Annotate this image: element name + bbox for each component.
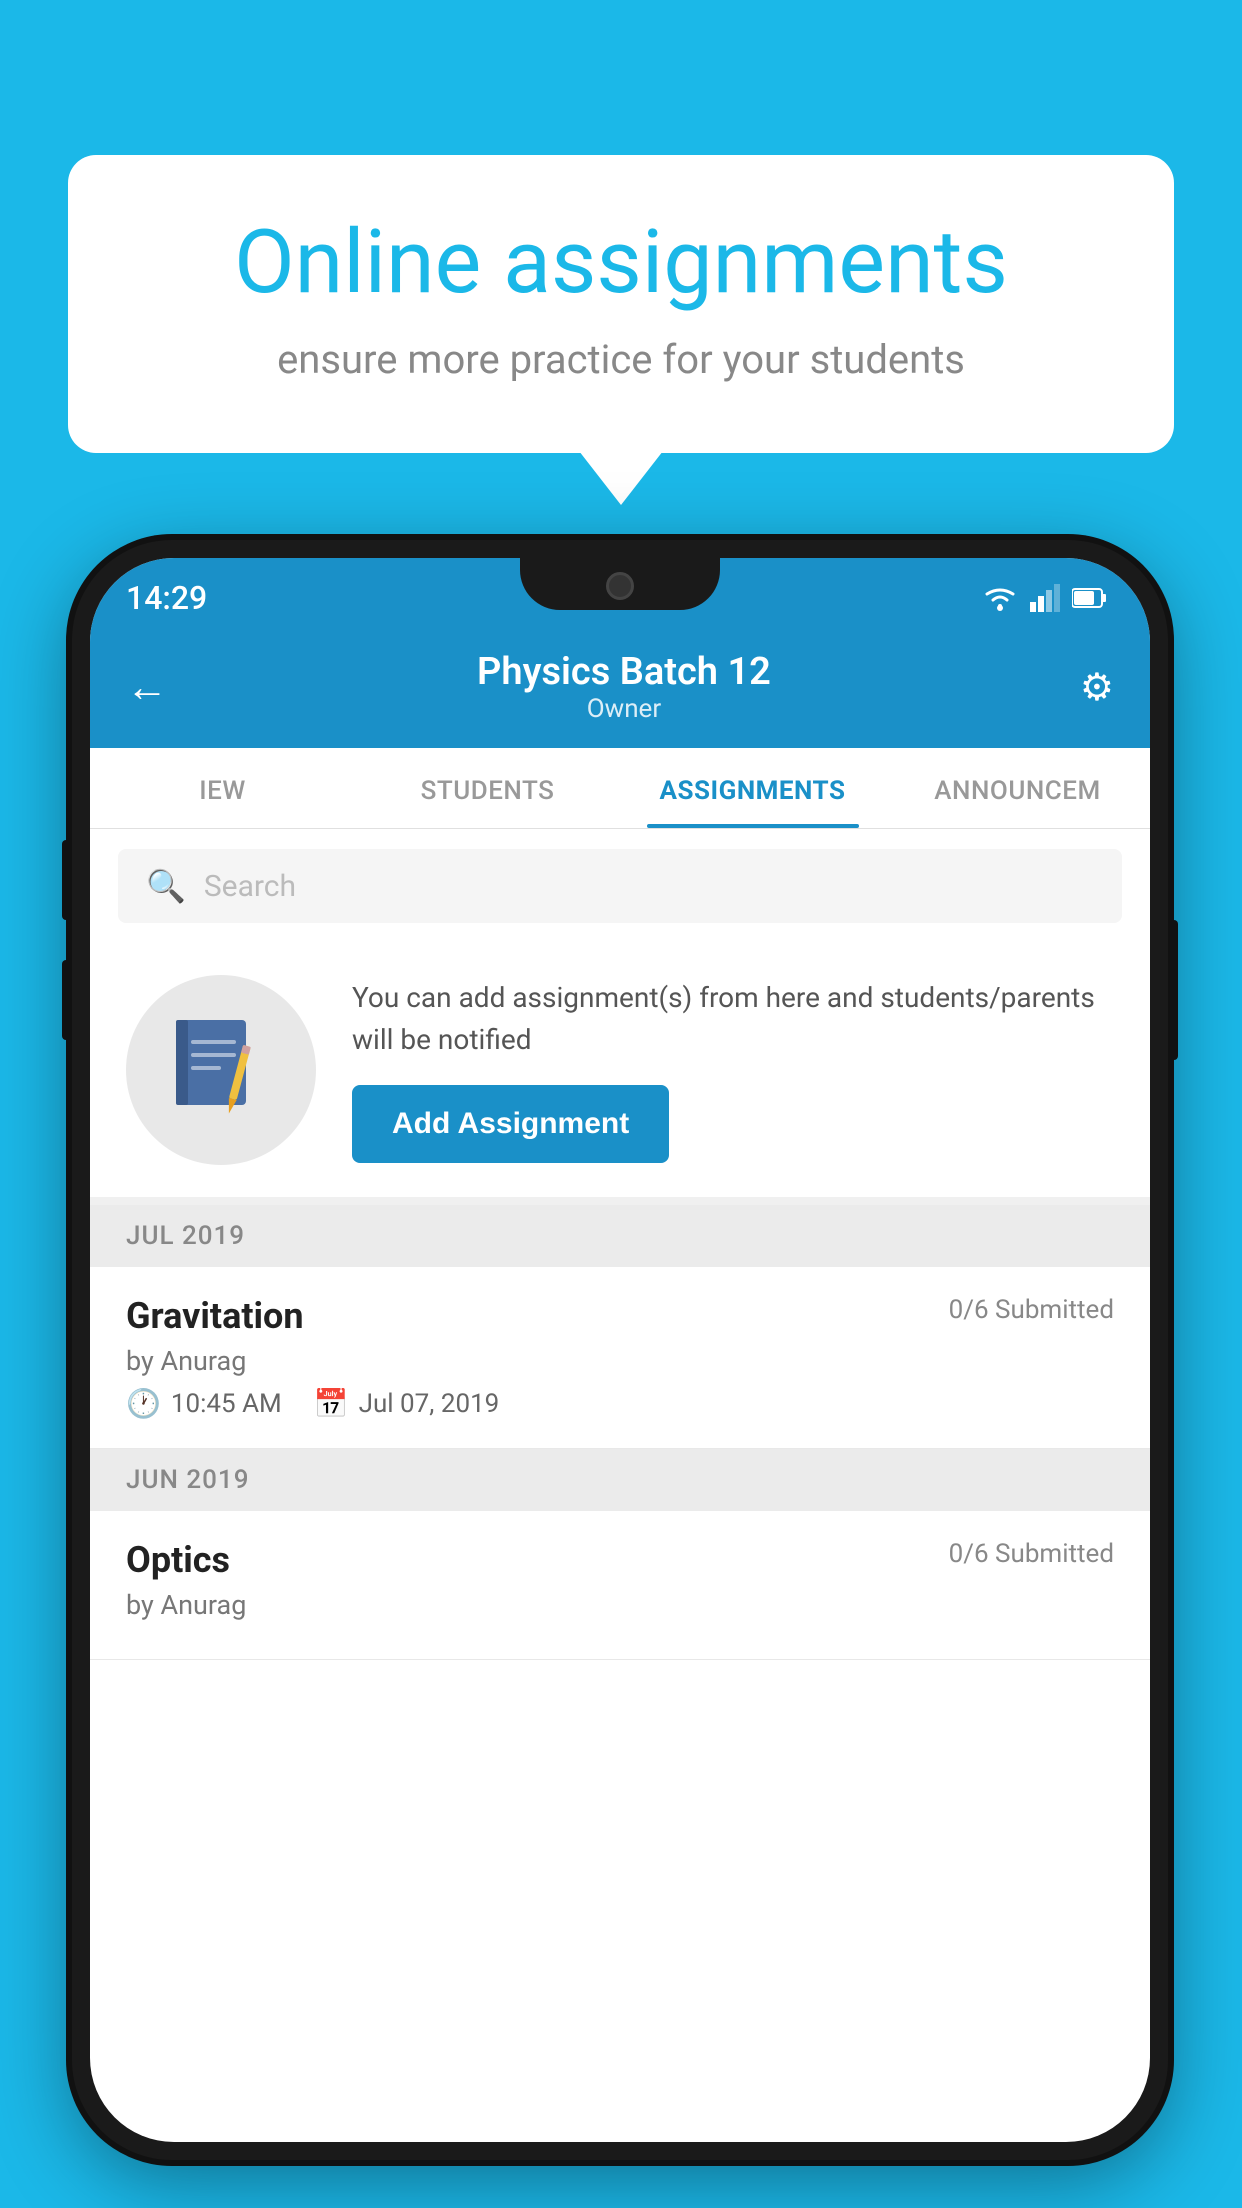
- phone-frame: 14:29: [72, 540, 1168, 2160]
- assignment-name-optics: Optics: [126, 1539, 230, 1581]
- wifi-icon: [982, 584, 1018, 612]
- assignment-meta: 🕐 10:45 AM 📅 Jul 07, 2019: [126, 1387, 1114, 1420]
- assignment-name: Gravitation: [126, 1295, 304, 1337]
- status-time: 14:29: [126, 579, 207, 617]
- month-separator-jul: JUL 2019: [90, 1205, 1150, 1267]
- assignment-by: by Anurag: [126, 1345, 1114, 1377]
- tab-students[interactable]: STUDENTS: [355, 748, 620, 828]
- tabs-bar: IEW STUDENTS ASSIGNMENTS ANNOUNCEM: [90, 748, 1150, 829]
- assignment-top-optics: Optics 0/6 Submitted: [126, 1539, 1114, 1581]
- promo-content: You can add assignment(s) from here and …: [352, 977, 1114, 1163]
- speech-bubble-subtitle: ensure more practice for your students: [148, 336, 1094, 383]
- volume-down-button[interactable]: [62, 960, 72, 1040]
- tab-iew[interactable]: IEW: [90, 748, 355, 828]
- speech-bubble-container: Online assignments ensure more practice …: [68, 155, 1174, 453]
- battery-icon: [1072, 587, 1108, 609]
- assignment-time: 🕐 10:45 AM: [126, 1387, 282, 1420]
- status-icons: [982, 584, 1108, 612]
- settings-button[interactable]: ⚙: [1080, 665, 1114, 710]
- phone-notch: [520, 558, 720, 610]
- notebook-icon: [171, 1015, 271, 1125]
- back-button[interactable]: ←: [126, 663, 168, 712]
- signal-icon: [1030, 584, 1060, 612]
- search-container: 🔍 Search: [90, 829, 1150, 943]
- power-button[interactable]: [1168, 920, 1178, 1060]
- month-separator-jun: JUN 2019: [90, 1449, 1150, 1511]
- clock-icon: 🕐: [126, 1387, 161, 1420]
- header-subtitle: Owner: [168, 694, 1080, 724]
- header-title: Physics Batch 12: [168, 650, 1080, 694]
- assignment-by-optics: by Anurag: [126, 1589, 1114, 1621]
- assignment-item-gravitation[interactable]: Gravitation 0/6 Submitted by Anurag 🕐 10…: [90, 1267, 1150, 1449]
- search-bar[interactable]: 🔍 Search: [118, 849, 1122, 923]
- front-camera: [606, 572, 634, 600]
- promo-text: You can add assignment(s) from here and …: [352, 977, 1114, 1061]
- assignment-date: 📅 Jul 07, 2019: [314, 1387, 500, 1420]
- speech-bubble-title: Online assignments: [148, 215, 1094, 312]
- speech-bubble: Online assignments ensure more practice …: [68, 155, 1174, 453]
- search-icon: 🔍: [146, 867, 186, 905]
- header-title-block: Physics Batch 12 Owner: [168, 650, 1080, 724]
- assignment-top: Gravitation 0/6 Submitted: [126, 1295, 1114, 1337]
- calendar-icon: 📅: [314, 1387, 349, 1420]
- promo-icon-circle: [126, 975, 316, 1165]
- tab-assignments[interactable]: ASSIGNMENTS: [620, 748, 885, 828]
- phone-screen: 14:29: [90, 558, 1150, 2142]
- volume-up-button[interactable]: [62, 840, 72, 920]
- search-placeholder: Search: [204, 869, 296, 904]
- add-assignment-button[interactable]: Add Assignment: [352, 1085, 669, 1163]
- tab-announcements[interactable]: ANNOUNCEM: [885, 748, 1150, 828]
- assignment-item-optics[interactable]: Optics 0/6 Submitted by Anurag: [90, 1511, 1150, 1660]
- promo-section: You can add assignment(s) from here and …: [90, 943, 1150, 1205]
- assignment-submitted-optics: 0/6 Submitted: [949, 1539, 1114, 1569]
- assignment-submitted: 0/6 Submitted: [949, 1295, 1114, 1325]
- app-header: ← Physics Batch 12 Owner ⚙: [90, 630, 1150, 748]
